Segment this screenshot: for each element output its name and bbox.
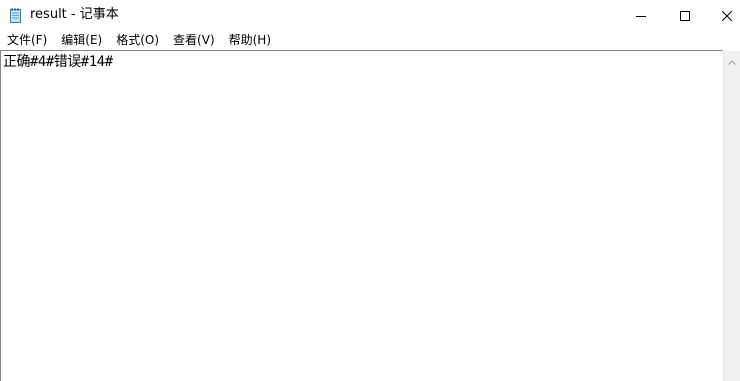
minimize-icon	[636, 6, 646, 25]
chevron-up-icon	[728, 50, 736, 69]
title-bar[interactable]: result - 记事本	[0, 0, 740, 30]
close-button[interactable]	[704, 0, 740, 30]
menu-file[interactable]: 文件(F)	[0, 30, 54, 50]
close-icon	[721, 6, 733, 25]
maximize-icon	[680, 6, 690, 25]
menu-help[interactable]: 帮助(H)	[222, 30, 278, 50]
notepad-window: result - 记事本 文件(F) 编辑(E) 格式(O) 查看(V) 帮助(…	[0, 0, 740, 381]
notepad-app-icon	[9, 7, 22, 23]
window-title: result - 记事本	[30, 7, 119, 22]
text-editor-area[interactable]: 正确#4#错误#14#	[0, 50, 723, 381]
menu-format[interactable]: 格式(O)	[109, 30, 166, 50]
menu-view[interactable]: 查看(V)	[166, 30, 222, 50]
menu-edit[interactable]: 编辑(E)	[54, 30, 109, 50]
scroll-up-button[interactable]	[724, 51, 740, 68]
editor-content[interactable]: 正确#4#错误#14#	[3, 53, 113, 71]
menu-bar: 文件(F) 编辑(E) 格式(O) 查看(V) 帮助(H)	[0, 30, 740, 50]
minimize-button[interactable]	[618, 0, 664, 30]
maximize-button[interactable]	[662, 0, 708, 30]
vertical-scrollbar[interactable]	[723, 51, 740, 381]
